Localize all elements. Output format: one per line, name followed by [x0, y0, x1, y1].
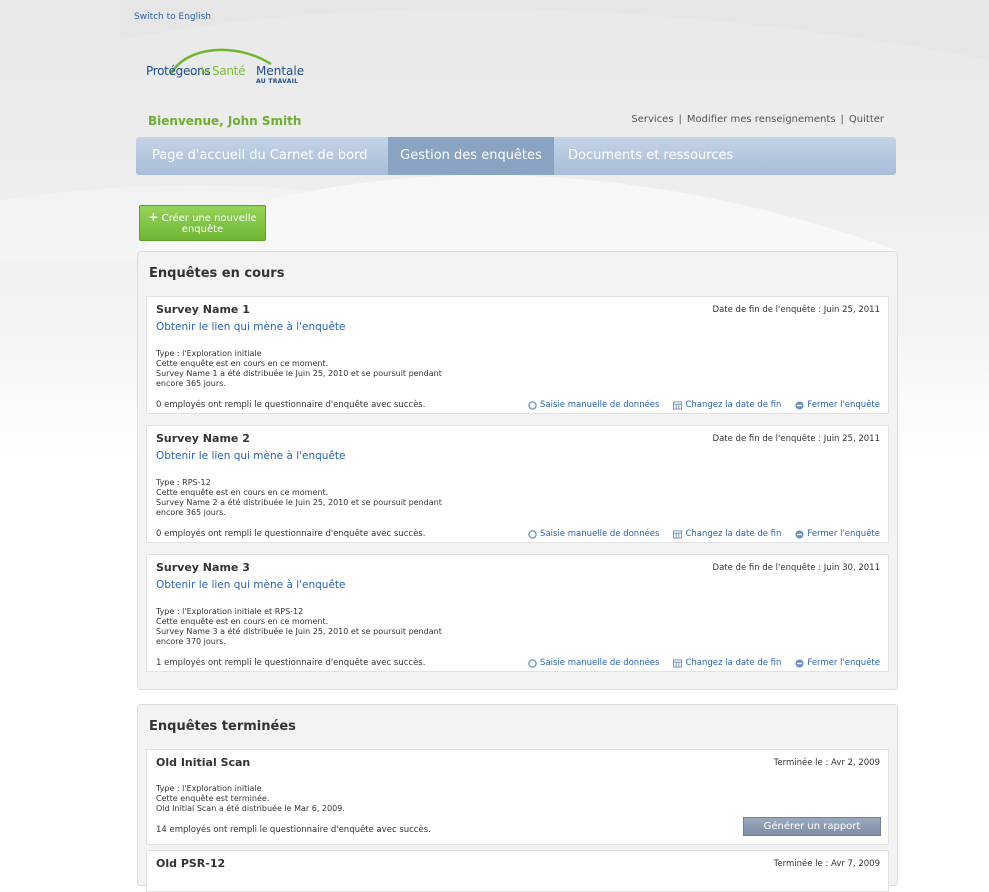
survey-count: 1 employés ont rempli le questionnaire d…: [156, 658, 426, 668]
survey-link[interactable]: Obtenir le lien qui mène à l'enquête: [156, 321, 346, 333]
close-survey-link[interactable]: Fermer l'enquête: [795, 400, 880, 410]
survey-status: Cette enquête est terminée.: [156, 794, 270, 803]
manual-entry-label: Saisie manuelle de données: [540, 658, 660, 668]
minus-circle-icon: [795, 529, 804, 539]
close-survey-label: Fermer l'enquête: [807, 400, 880, 410]
completed-surveys-panel: Enquêtes terminées Old Initial Scan Term…: [137, 704, 898, 892]
calendar-icon: [673, 529, 683, 539]
survey-type: Type : l'Exploration initiale: [156, 784, 262, 793]
manual-entry-label: Saisie manuelle de données: [540, 400, 660, 410]
switch-language-link[interactable]: Switch to English: [134, 12, 211, 22]
change-end-date-label: Changez la date de fin: [685, 529, 782, 539]
survey-info: Type : l'Exploration initiale Cette enqu…: [156, 349, 442, 389]
survey-type: Type : l'Exploration initiale: [156, 349, 262, 358]
create-survey-label-1: Créer une nouvelle: [161, 213, 257, 224]
completed-survey-card: Old Initial Scan Terminée le : Avr 2, 20…: [146, 749, 889, 845]
change-end-date-label: Changez la date de fin: [685, 658, 782, 668]
survey-completed-date: Terminée le : Avr 2, 2009: [773, 758, 880, 768]
tab-documents-resources[interactable]: Documents et ressources: [568, 137, 733, 175]
minus-circle-icon: [795, 658, 804, 668]
survey-info: Type : RPS-12 Cette enquête est en cours…: [156, 478, 442, 518]
survey-remaining: encore 370 jours.: [156, 637, 226, 646]
survey-card: Survey Name 2 Obtenir le lien qui mène à…: [146, 425, 889, 543]
main-nav: Page d'accueil du Carnet de bord Gestion…: [136, 137, 896, 175]
survey-actions: Saisie manuelle de données Changez la da…: [528, 529, 880, 539]
survey-end-date: Date de fin de l'enquête : Juin 25, 2011: [712, 434, 880, 444]
change-end-date-label: Changez la date de fin: [685, 400, 782, 410]
survey-type: Type : l'Exploration initiale et RPS-12: [156, 607, 304, 616]
completed-survey-card: Old PSR-12 Terminée le : Avr 7, 2009: [146, 850, 889, 892]
top-links: Services | Modifier mes renseignements |…: [626, 114, 889, 125]
survey-type: Type : RPS-12: [156, 478, 211, 487]
section-title: Enquêtes en cours: [149, 266, 285, 281]
survey-completed-date: Terminée le : Avr 7, 2009: [773, 859, 880, 869]
survey-end-date: Date de fin de l'enquête : Juin 25, 2011: [712, 305, 880, 315]
survey-name: Old Initial Scan: [156, 756, 251, 769]
survey-distributed: Survey Name 1 a été distribuée le Juin 2…: [156, 369, 442, 378]
section-title: Enquêtes terminées: [149, 719, 296, 734]
survey-remaining: encore 365 jours.: [156, 508, 226, 517]
survey-link[interactable]: Obtenir le lien qui mène à l'enquête: [156, 450, 346, 462]
survey-remaining: encore 365 jours.: [156, 379, 226, 388]
ongoing-surveys-panel: Enquêtes en cours Survey Name 1 Obtenir …: [137, 251, 898, 690]
survey-name: Survey Name 3: [156, 561, 250, 574]
create-survey-button[interactable]: + Créer une nouvelle enquête: [139, 205, 266, 241]
circle-icon: [528, 400, 537, 410]
survey-name: Survey Name 1: [156, 303, 250, 316]
create-survey-label-2: enquête: [181, 224, 224, 235]
change-end-date-link[interactable]: Changez la date de fin: [673, 658, 781, 668]
survey-status: Cette enquête est en cours en ce moment.: [156, 617, 329, 626]
services-link[interactable]: Services: [626, 114, 678, 125]
logout-link[interactable]: Quitter: [844, 114, 889, 125]
survey-count: 0 employés ont rempli le questionnaire d…: [156, 529, 426, 539]
survey-distributed: Survey Name 2 a été distribuée le Juin 2…: [156, 498, 442, 507]
survey-distributed: Survey Name 3 a été distribuée le Juin 2…: [156, 627, 442, 636]
manual-entry-link[interactable]: Saisie manuelle de données: [528, 658, 659, 668]
manual-entry-link[interactable]: Saisie manuelle de données: [528, 400, 659, 410]
survey-name: Survey Name 2: [156, 432, 250, 445]
edit-profile-link[interactable]: Modifier mes renseignements: [682, 114, 841, 125]
logo-text-la: la: [201, 66, 210, 77]
plus-icon: +: [148, 210, 159, 224]
close-survey-link[interactable]: Fermer l'enquête: [795, 658, 880, 668]
survey-card: Survey Name 1 Obtenir le lien qui mène à…: [146, 296, 889, 414]
close-survey-label: Fermer l'enquête: [807, 529, 880, 539]
tab-dashboard-home[interactable]: Page d'accueil du Carnet de bord: [152, 137, 368, 175]
change-end-date-link[interactable]: Changez la date de fin: [673, 529, 781, 539]
survey-status: Cette enquête est en cours en ce moment.: [156, 359, 329, 368]
logo[interactable]: Protégeons la Santé Mentale AU TRAVAIL: [146, 44, 316, 94]
survey-link[interactable]: Obtenir le lien qui mène à l'enquête: [156, 579, 346, 591]
survey-info: Type : l'Exploration initiale et RPS-12 …: [156, 607, 442, 647]
survey-card: Survey Name 3 Obtenir le lien qui mène à…: [146, 554, 889, 672]
survey-status: Cette enquête est en cours en ce moment.: [156, 488, 329, 497]
manual-entry-label: Saisie manuelle de données: [540, 529, 660, 539]
close-survey-label: Fermer l'enquête: [807, 658, 880, 668]
survey-actions: Saisie manuelle de données Changez la da…: [528, 658, 880, 668]
logo-text-au-travail: AU TRAVAIL: [256, 78, 299, 85]
survey-info: Type : l'Exploration initiale Cette enqu…: [156, 784, 345, 814]
close-survey-link[interactable]: Fermer l'enquête: [795, 529, 880, 539]
circle-icon: [528, 529, 537, 539]
survey-count: 14 employés ont rempli le questionnaire …: [156, 825, 431, 835]
change-end-date-link[interactable]: Changez la date de fin: [673, 400, 781, 410]
welcome-message: Bienvenue, John Smith: [148, 114, 302, 128]
tab-survey-management[interactable]: Gestion des enquêtes: [388, 137, 554, 175]
survey-count: 0 employés ont rempli le questionnaire d…: [156, 400, 426, 410]
survey-name: Old PSR-12: [156, 857, 226, 870]
circle-icon: [528, 658, 537, 668]
calendar-icon: [673, 658, 683, 668]
generate-report-button[interactable]: Générer un rapport: [743, 817, 881, 836]
logo-text-sante: Santé: [212, 64, 246, 78]
logo-text-mentale: Mentale: [256, 64, 305, 78]
minus-circle-icon: [795, 400, 804, 410]
survey-end-date: Date de fin de l'enquête : Juin 30, 2011: [712, 563, 880, 573]
manual-entry-link[interactable]: Saisie manuelle de données: [528, 529, 659, 539]
survey-distributed: Old Initial Scan a été distribuée le Mar…: [156, 804, 345, 813]
calendar-icon: [673, 400, 683, 410]
survey-actions: Saisie manuelle de données Changez la da…: [528, 400, 880, 410]
